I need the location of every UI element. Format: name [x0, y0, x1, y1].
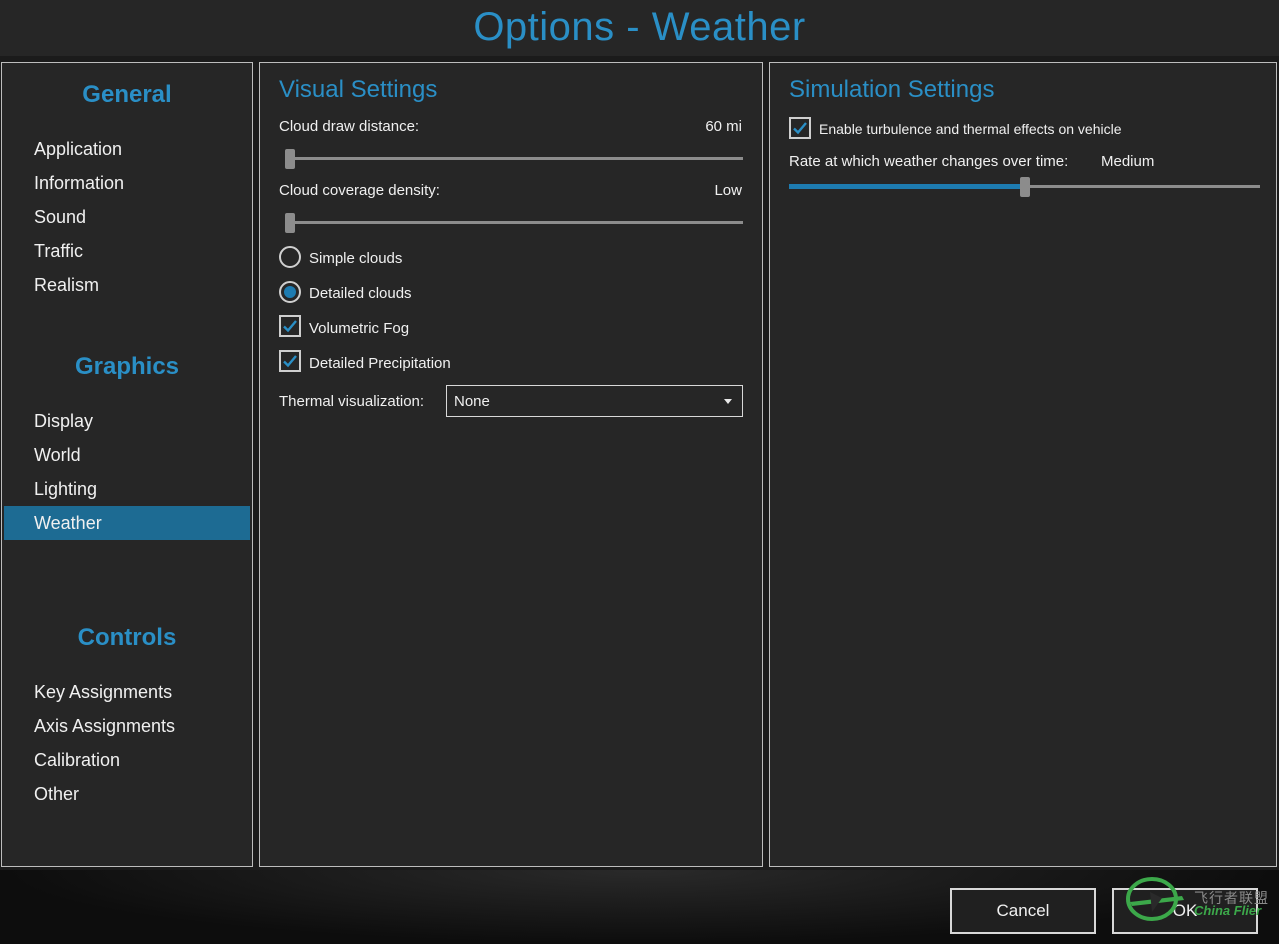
sidebar-item-realism[interactable]: Realism [4, 268, 250, 302]
volumetric-fog-checkbox[interactable] [279, 315, 301, 337]
sidebar-item-lighting[interactable]: Lighting [4, 472, 250, 506]
volumetric-fog-label: Volumetric Fog [309, 320, 410, 337]
cloud-draw-distance-value: 60 mi [705, 118, 742, 135]
thermal-visualization-dropdown[interactable]: None [446, 385, 743, 417]
slider-fill [789, 184, 1025, 189]
cancel-button[interactable]: Cancel [950, 888, 1096, 934]
slider-thumb[interactable] [1019, 177, 1030, 197]
cloud-coverage-density-slider[interactable] [285, 213, 743, 233]
dropdown-value: None [454, 393, 490, 410]
checkmark-icon [793, 122, 807, 135]
simulation-settings-title: Simulation Settings [789, 76, 995, 103]
section-title-general: General [82, 81, 172, 108]
checkmark-icon [283, 320, 297, 333]
simple-clouds-label: Simple clouds [309, 250, 403, 267]
sidebar-item-sound[interactable]: Sound [4, 200, 250, 234]
title-bar: Options - Weather [0, 0, 1279, 56]
simulation-settings-panel: Simulation Settings Enable turbulence an… [769, 62, 1277, 867]
turbulence-checkbox[interactable] [789, 117, 811, 139]
visual-settings-panel: Visual Settings Cloud draw distance: 60 … [259, 62, 763, 867]
weather-rate-value: Medium [1101, 153, 1155, 170]
window-title: Options - Weather [473, 5, 806, 49]
ok-button[interactable]: OK [1112, 888, 1258, 934]
sidebar-item-display[interactable]: Display [4, 404, 250, 438]
chevron-down-icon [724, 399, 732, 404]
section-title-controls: Controls [77, 624, 177, 651]
sidebar-item-traffic[interactable]: Traffic [4, 234, 250, 268]
checkmark-icon [283, 355, 297, 368]
sidebar-item-weather[interactable]: Weather [4, 506, 250, 540]
thermal-visualization-label: Thermal visualization: [279, 393, 425, 410]
slider-thumb[interactable] [285, 213, 295, 233]
cloud-draw-distance-slider[interactable] [285, 149, 743, 169]
detailed-clouds-radio[interactable] [279, 281, 301, 303]
weather-rate-label: Rate at which weather changes over time: [789, 153, 1069, 170]
radio-selected-dot [284, 286, 296, 298]
sidebar-item-calibration[interactable]: Calibration [4, 743, 250, 777]
sidebar-item-application[interactable]: Application [4, 132, 250, 166]
sidebar: General Application Information Sound Tr… [1, 62, 253, 867]
turbulence-label: Enable turbulence and thermal effects on… [819, 121, 1122, 137]
sidebar-item-world[interactable]: World [4, 438, 250, 472]
sidebar-item-key-assignments[interactable]: Key Assignments [4, 675, 250, 709]
sidebar-item-axis-assignments[interactable]: Axis Assignments [4, 709, 250, 743]
slider-track [285, 221, 743, 224]
sidebar-item-other[interactable]: Other [4, 777, 250, 811]
detailed-clouds-label: Detailed clouds [309, 285, 412, 302]
cloud-coverage-density-value: Low [714, 182, 742, 199]
weather-rate-slider[interactable] [789, 177, 1260, 197]
cloud-draw-distance-label: Cloud draw distance: [279, 118, 420, 135]
cloud-coverage-density-label: Cloud coverage density: [279, 182, 440, 199]
detailed-precipitation-label: Detailed Precipitation [309, 355, 451, 372]
slider-thumb[interactable] [285, 149, 295, 169]
sidebar-item-information[interactable]: Information [4, 166, 250, 200]
visual-settings-title: Visual Settings [279, 76, 438, 103]
detailed-precipitation-checkbox[interactable] [279, 350, 301, 372]
section-title-graphics: Graphics [74, 353, 180, 380]
slider-track [285, 157, 743, 160]
simple-clouds-radio[interactable] [279, 246, 301, 268]
